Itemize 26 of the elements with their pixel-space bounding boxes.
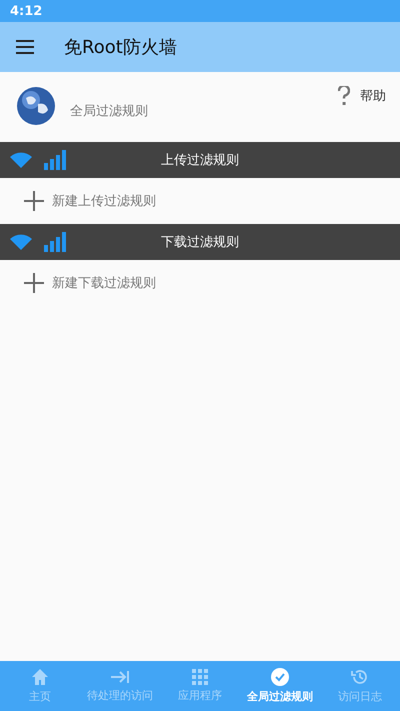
nav-tab[interactable]: 主页 [0,661,80,711]
signal-icon [44,150,66,170]
section-title: 下载过滤规则 [161,234,239,251]
arrow-to-line-icon [110,669,130,685]
nav-tab[interactable]: 应用程序 [160,661,240,711]
wifi-icon [10,234,32,250]
plus-icon[interactable] [24,273,44,293]
header-label: 全局过滤规则 [70,103,149,120]
add-rule-link[interactable]: 新建上传过滤规则 [52,192,156,210]
nav-tab[interactable]: 访问日志 [320,661,400,711]
nav-tab[interactable]: 待处理的访问 [80,661,160,711]
history-icon [351,668,369,686]
grid-icon [192,669,208,685]
help-icon[interactable] [338,86,350,106]
wifi-icon [10,152,32,168]
globe-icon [16,86,56,126]
menu-icon[interactable] [16,40,34,54]
home-icon [31,668,49,686]
signal-icon [44,232,66,252]
add-rule-link[interactable]: 新建下载过滤规则 [52,274,156,292]
plus-icon[interactable] [24,191,44,211]
status-time: 4:12 [10,4,42,18]
section-title: 上传过滤规则 [161,152,239,169]
help-link[interactable]: 帮助 [360,87,386,105]
app-title: 免Root防火墙 [64,36,177,59]
nav-tab[interactable]: 全局过滤规则 [240,661,320,711]
